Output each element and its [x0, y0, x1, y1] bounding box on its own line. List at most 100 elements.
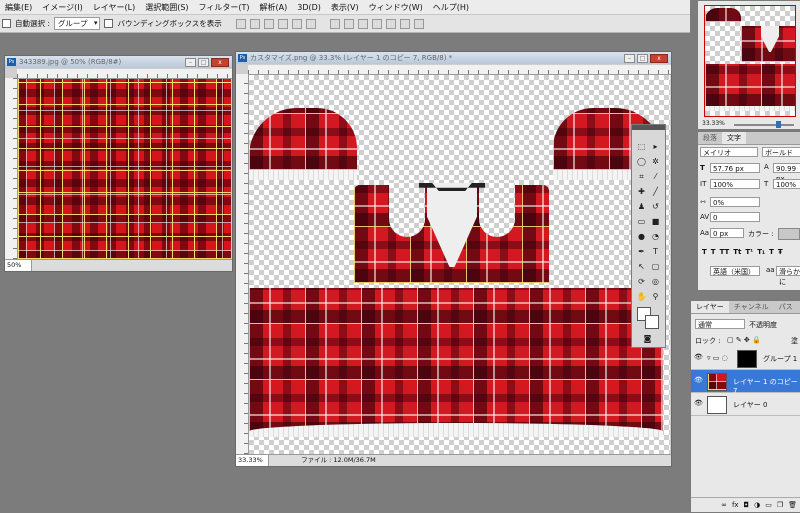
text-color-swatch[interactable]: [778, 228, 800, 240]
menu-item[interactable]: ウィンドウ(W): [364, 2, 428, 13]
layer-row[interactable]: 👁 ▿ ▭ ◌ グループ 1: [691, 347, 800, 370]
align-hcenter-icon[interactable]: [291, 18, 302, 29]
pen-icon[interactable]: ✒: [636, 246, 647, 257]
tracking-field[interactable]: 0%: [710, 197, 760, 207]
minimize-icon[interactable]: –: [185, 58, 196, 67]
tab-paths[interactable]: パス: [774, 301, 798, 313]
shape-icon[interactable]: ▢: [650, 261, 661, 272]
eraser-icon[interactable]: ▭: [636, 216, 647, 227]
move-icon[interactable]: ▸: [650, 141, 661, 152]
dodge-icon[interactable]: ◔: [650, 231, 661, 242]
menu-item[interactable]: 編集(E): [0, 2, 37, 13]
blend-mode-select[interactable]: 通常: [695, 319, 745, 329]
tools-panel-grip[interactable]: [632, 125, 665, 130]
horizontal-scale-field[interactable]: 100%: [773, 179, 800, 189]
menu-item[interactable]: イメージ(I): [37, 2, 87, 13]
magic-wand-icon[interactable]: ✲: [650, 156, 661, 167]
minimize-icon[interactable]: –: [624, 54, 635, 63]
menu-item[interactable]: 表示(V): [326, 2, 364, 13]
new-group-icon[interactable]: ▭: [765, 498, 772, 512]
stamp-icon[interactable]: ♟: [636, 201, 647, 212]
auto-select-dropdown[interactable]: グループ: [53, 17, 101, 30]
lasso-icon[interactable]: ◯: [636, 156, 647, 167]
spot-heal-icon[interactable]: ✚: [636, 186, 647, 197]
menu-item[interactable]: フィルター(T): [194, 2, 255, 13]
tab-layers[interactable]: レイヤー: [691, 301, 729, 313]
layer-row-selected[interactable]: 👁 レイヤー 1 のコピー 7: [691, 370, 800, 395]
tab-channels[interactable]: チャンネル: [729, 301, 774, 313]
distribute-hcenter-icon[interactable]: [385, 18, 396, 29]
auto-select-checkbox[interactable]: [2, 19, 11, 28]
tab-character[interactable]: 文字: [722, 132, 746, 144]
eye-icon[interactable]: 👁: [694, 400, 703, 407]
trash-icon[interactable]: 🗑: [788, 498, 797, 512]
3d-orbit-icon[interactable]: ◎: [650, 276, 661, 287]
strikethrough-icon[interactable]: Ŧ: [778, 248, 783, 256]
auto-align-icon[interactable]: [413, 18, 424, 29]
distribute-left-icon[interactable]: [371, 18, 382, 29]
font-size-field[interactable]: 57.76 px: [710, 163, 760, 173]
fx-icon[interactable]: fx: [732, 498, 739, 512]
adjustment-icon[interactable]: ◑: [754, 498, 760, 512]
underline-icon[interactable]: T: [769, 248, 774, 256]
tab-paragraph[interactable]: 段落: [698, 132, 722, 144]
antialias-select[interactable]: 滑らかに: [776, 266, 800, 286]
eye-icon[interactable]: 👁: [694, 377, 703, 384]
menu-item[interactable]: 選択範囲(S): [140, 2, 193, 13]
marquee-icon[interactable]: ⬚: [636, 141, 647, 152]
maximize-icon[interactable]: □: [198, 58, 209, 67]
navigator-preview[interactable]: [704, 5, 796, 117]
align-right-icon[interactable]: [305, 18, 316, 29]
quick-mask-icon[interactable]: ◙: [642, 333, 653, 344]
canvas[interactable]: [249, 75, 670, 454]
hand-icon[interactable]: ✋: [636, 291, 647, 302]
align-left-icon[interactable]: [277, 18, 288, 29]
zoom-field[interactable]: 50%: [5, 260, 32, 271]
distribute-top-icon[interactable]: [329, 18, 340, 29]
3d-rotate-icon[interactable]: ⟳: [636, 276, 647, 287]
distribute-vcenter-icon[interactable]: [343, 18, 354, 29]
subscript-icon[interactable]: T₁: [757, 248, 765, 256]
eyedropper-icon[interactable]: ⁄: [650, 171, 661, 182]
font-family-select[interactable]: メイリオ: [700, 147, 758, 157]
faux-italic-icon[interactable]: T: [711, 248, 716, 256]
distribute-bottom-icon[interactable]: [357, 18, 368, 29]
font-style-select[interactable]: ボールド: [762, 147, 800, 157]
all-caps-icon[interactable]: TT: [720, 248, 730, 256]
kerning-field[interactable]: 0: [710, 212, 760, 222]
leading-field[interactable]: 90.99 px: [773, 163, 800, 183]
gradient-icon[interactable]: ■: [650, 216, 661, 227]
align-bottom-icon[interactable]: [263, 18, 274, 29]
layer-row[interactable]: 👁 レイヤー 0: [691, 393, 800, 416]
path-select-icon[interactable]: ↖: [636, 261, 647, 272]
menu-item[interactable]: ヘルプ(H): [428, 2, 474, 13]
brush-icon[interactable]: ╱: [650, 186, 661, 197]
mask-icon[interactable]: ◘: [744, 498, 750, 512]
history-brush-icon[interactable]: ↺: [650, 201, 661, 212]
menu-item[interactable]: 3D(D): [292, 3, 326, 12]
close-icon[interactable]: x: [211, 58, 229, 67]
navigator-zoom-slider[interactable]: [734, 124, 794, 126]
bbox-checkbox[interactable]: [104, 19, 114, 28]
eye-icon[interactable]: 👁: [694, 354, 703, 361]
baseline-field[interactable]: 0 px: [710, 228, 744, 238]
align-vcenter-icon[interactable]: [249, 18, 260, 29]
blur-icon[interactable]: ●: [636, 231, 647, 242]
faux-bold-icon[interactable]: T: [702, 248, 707, 256]
navigator-zoom-thumb[interactable]: [776, 121, 781, 128]
language-select[interactable]: 英語（米国）: [710, 266, 760, 276]
crop-icon[interactable]: ⌗: [636, 171, 647, 182]
lock-icons[interactable]: ▢ ✎ ✥ 🔒: [727, 336, 761, 344]
align-top-icon[interactable]: [235, 18, 246, 29]
link-icon[interactable]: ∞: [721, 498, 727, 512]
background-color-icon[interactable]: [645, 315, 659, 329]
superscript-icon[interactable]: T¹: [745, 248, 753, 256]
zoom-icon[interactable]: ⚲: [650, 291, 661, 302]
new-layer-icon[interactable]: ❐: [777, 498, 783, 512]
menu-item[interactable]: 解析(A): [255, 2, 293, 13]
type-icon[interactable]: T: [650, 246, 661, 257]
close-icon[interactable]: x: [650, 54, 668, 63]
distribute-right-icon[interactable]: [399, 18, 410, 29]
vertical-scale-field[interactable]: 100%: [710, 179, 760, 189]
menu-item[interactable]: レイヤー(L): [88, 2, 140, 13]
